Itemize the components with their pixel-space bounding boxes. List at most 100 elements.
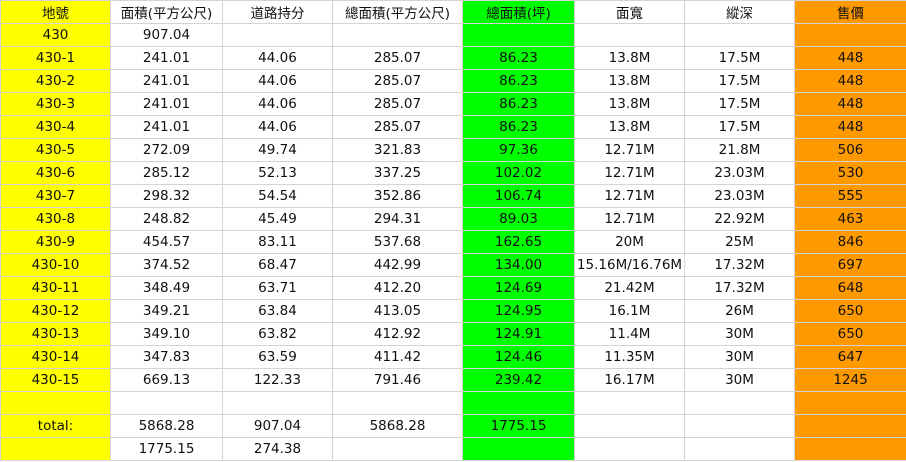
cell-total-area-ping[interactable]: 89.03	[462, 207, 575, 231]
cell-total-area-ping[interactable]: 124.46	[462, 345, 575, 369]
cell-total-area-ping[interactable]: 86.23	[462, 69, 575, 93]
cell-area-sqm[interactable]: 5868.28	[110, 414, 223, 438]
cell-land-no[interactable]: 430-11	[0, 276, 111, 300]
cell-land-no[interactable]: 430-7	[0, 184, 111, 208]
cell-frontage[interactable]: 12.71M	[574, 161, 685, 185]
cell-total-area-sqm[interactable]: 442.99	[332, 253, 463, 277]
cell-area-sqm[interactable]: 907.04	[110, 23, 223, 47]
cell-price[interactable]: 448	[794, 46, 906, 70]
cell-total-area-ping[interactable]: 134.00	[462, 253, 575, 277]
cell-area-sqm[interactable]: 241.01	[110, 115, 223, 139]
cell-price[interactable]: 846	[794, 230, 906, 254]
cell-road-share[interactable]: 63.84	[222, 299, 333, 323]
cell-total-area-ping[interactable]: 124.95	[462, 299, 575, 323]
cell-price[interactable]	[794, 437, 906, 461]
cell-road-share[interactable]: 907.04	[222, 414, 333, 438]
cell-land-no[interactable]	[0, 437, 111, 461]
cell-land-no[interactable]: 430-13	[0, 322, 111, 346]
cell-depth[interactable]: 23.03M	[684, 161, 795, 185]
cell-total-area-sqm[interactable]	[332, 391, 463, 415]
cell-land-no[interactable]: 430-15	[0, 368, 111, 392]
cell-land-no[interactable]: 430-1	[0, 46, 111, 70]
cell-total-area-ping[interactable]: 102.02	[462, 161, 575, 185]
cell-road-share[interactable]: 44.06	[222, 69, 333, 93]
cell-depth[interactable]	[684, 391, 795, 415]
cell-total-area-ping[interactable]	[462, 23, 575, 47]
cell-frontage[interactable]: 13.8M	[574, 69, 685, 93]
cell-land-no[interactable]: 430-8	[0, 207, 111, 231]
cell-road-share[interactable]: 122.33	[222, 368, 333, 392]
cell-frontage[interactable]	[574, 414, 685, 438]
cell-land-no[interactable]: 430-3	[0, 92, 111, 116]
cell-area-sqm[interactable]: 285.12	[110, 161, 223, 185]
cell-total-area-sqm[interactable]: 285.07	[332, 115, 463, 139]
cell-price[interactable]: 448	[794, 69, 906, 93]
cell-road-share[interactable]: 44.06	[222, 92, 333, 116]
cell-total-area-sqm[interactable]: 5868.28	[332, 414, 463, 438]
cell-area-sqm[interactable]: 349.10	[110, 322, 223, 346]
cell-total-area-sqm[interactable]: 321.83	[332, 138, 463, 162]
cell-price[interactable]	[794, 391, 906, 415]
cell-frontage[interactable]: 13.8M	[574, 46, 685, 70]
header-cell-frontage[interactable]: 面寬	[574, 0, 685, 24]
cell-area-sqm[interactable]: 272.09	[110, 138, 223, 162]
cell-road-share[interactable]: 68.47	[222, 253, 333, 277]
cell-total-area-sqm[interactable]: 294.31	[332, 207, 463, 231]
cell-depth[interactable]: 17.32M	[684, 276, 795, 300]
cell-depth[interactable]: 22.92M	[684, 207, 795, 231]
cell-area-sqm[interactable]: 241.01	[110, 69, 223, 93]
cell-total-area-sqm[interactable]: 285.07	[332, 46, 463, 70]
cell-total-area-sqm[interactable]: 791.46	[332, 368, 463, 392]
cell-price[interactable]: 650	[794, 322, 906, 346]
header-cell-area-sqm[interactable]: 面積(平方公尺)	[110, 0, 223, 24]
cell-total-area-ping[interactable]: 124.91	[462, 322, 575, 346]
cell-frontage[interactable]: 13.8M	[574, 92, 685, 116]
cell-price[interactable]: 448	[794, 92, 906, 116]
cell-depth[interactable]: 30M	[684, 368, 795, 392]
cell-frontage[interactable]: 11.4M	[574, 322, 685, 346]
cell-total-area-ping[interactable]: 239.42	[462, 368, 575, 392]
header-cell-land-no[interactable]: 地號	[0, 0, 111, 24]
cell-road-share[interactable]	[222, 391, 333, 415]
cell-total-area-sqm[interactable]: 412.92	[332, 322, 463, 346]
cell-price[interactable]: 697	[794, 253, 906, 277]
cell-road-share[interactable]: 63.82	[222, 322, 333, 346]
cell-frontage[interactable]	[574, 437, 685, 461]
header-cell-price[interactable]: 售價	[794, 0, 906, 24]
cell-total-area-ping[interactable]: 86.23	[462, 115, 575, 139]
cell-price[interactable]: 463	[794, 207, 906, 231]
cell-frontage[interactable]: 15.16M/16.76M	[574, 253, 685, 277]
cell-total-area-ping[interactable]: 86.23	[462, 46, 575, 70]
cell-frontage[interactable]: 13.8M	[574, 115, 685, 139]
cell-land-no[interactable]: 430-5	[0, 138, 111, 162]
cell-frontage[interactable]: 11.35M	[574, 345, 685, 369]
cell-price[interactable]: 530	[794, 161, 906, 185]
cell-price[interactable]: 506	[794, 138, 906, 162]
cell-total-area-sqm[interactable]: 352.86	[332, 184, 463, 208]
cell-total-area-sqm[interactable]: 285.07	[332, 92, 463, 116]
cell-area-sqm[interactable]: 454.57	[110, 230, 223, 254]
cell-total-area-ping[interactable]: 124.69	[462, 276, 575, 300]
cell-total-area-sqm[interactable]: 337.25	[332, 161, 463, 185]
cell-area-sqm[interactable]: 348.49	[110, 276, 223, 300]
cell-total-area-sqm[interactable]: 537.68	[332, 230, 463, 254]
cell-price[interactable]: 448	[794, 115, 906, 139]
cell-land-no[interactable]: 430-12	[0, 299, 111, 323]
cell-road-share[interactable]: 63.59	[222, 345, 333, 369]
cell-depth[interactable]: 30M	[684, 322, 795, 346]
cell-depth[interactable]: 21.8M	[684, 138, 795, 162]
cell-land-no[interactable]: 430-4	[0, 115, 111, 139]
cell-road-share[interactable]: 45.49	[222, 207, 333, 231]
cell-area-sqm[interactable]	[110, 391, 223, 415]
cell-road-share[interactable]: 54.54	[222, 184, 333, 208]
cell-depth[interactable]: 17.5M	[684, 115, 795, 139]
cell-land-no[interactable]: 430	[0, 23, 111, 47]
header-cell-total-area-sqm[interactable]: 總面積(平方公尺)	[332, 0, 463, 24]
cell-frontage[interactable]: 12.71M	[574, 207, 685, 231]
cell-price[interactable]: 555	[794, 184, 906, 208]
cell-total-area-sqm[interactable]: 412.20	[332, 276, 463, 300]
cell-road-share[interactable]: 83.11	[222, 230, 333, 254]
cell-price[interactable]: 648	[794, 276, 906, 300]
cell-depth[interactable]: 17.5M	[684, 46, 795, 70]
cell-road-share[interactable]: 274.38	[222, 437, 333, 461]
